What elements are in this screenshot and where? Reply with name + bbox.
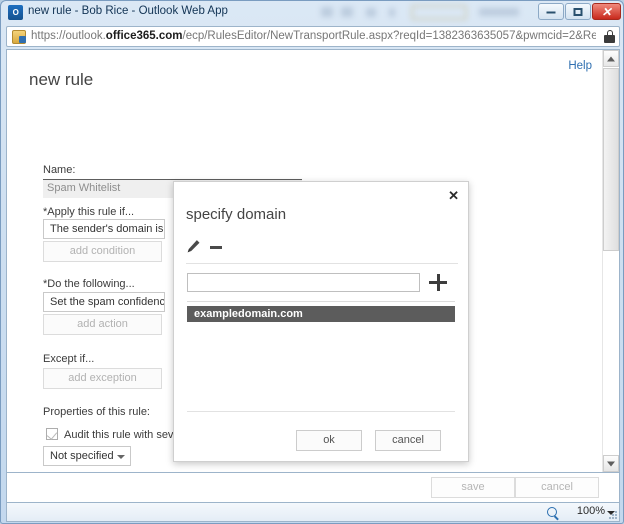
dialog-title: specify domain [186,206,287,223]
apply-rule-label: *Apply this rule if... [43,206,135,218]
ok-button[interactable]: ok [296,430,362,451]
window-title: new rule - Bob Rice - Outlook Web App [28,5,228,17]
do-following-label: *Do the following... [43,278,135,290]
scroll-down-icon[interactable] [603,455,619,472]
maximize-button[interactable] [565,3,591,20]
close-window-button[interactable]: ✕ [592,3,621,20]
minus-icon[interactable] [210,246,222,249]
add-exception-button[interactable]: add exception [43,368,162,389]
except-if-label: Except if... [43,353,95,365]
properties-label: Properties of this rule: [43,406,150,418]
plus-icon[interactable] [429,273,447,291]
audit-rule-label: Audit this rule with severit [64,429,189,441]
dialog-cancel-button[interactable]: cancel [375,430,441,451]
add-action-button[interactable]: add action [43,314,162,335]
page-content: Help new rule Name: Spam Whitelist *Appl… [7,50,604,472]
dialog-close-icon[interactable]: ✕ [448,189,459,202]
page-scrollbar[interactable] [602,50,619,472]
specify-domain-dialog: ✕ specify domain exampledomain.com ok ca [173,181,469,462]
severity-select[interactable]: Not specified [43,446,131,466]
browser-window: O new rule - Bob Rice - Outlook Web App … [0,0,624,524]
address-bar[interactable]: https://outlook.office365.com/ecp/RulesE… [6,26,620,47]
cancel-button[interactable]: cancel [515,477,599,498]
severity-value: Not specified [50,450,114,462]
favicon-icon [12,30,26,44]
help-link[interactable]: Help [568,60,592,72]
url-domain: office365.com [105,30,183,42]
form-footer: save cancel [6,473,620,503]
add-condition-button[interactable]: add condition [43,241,162,262]
page-title: new rule [29,70,94,89]
minimize-button[interactable] [538,3,564,20]
audit-rule-checkbox[interactable] [46,428,58,440]
url-text[interactable]: https://outlook.office365.com/ecp/RulesE… [31,30,596,42]
domain-input[interactable] [187,273,420,292]
url-prefix: https://outlook. [31,30,106,42]
page-viewport: Help new rule Name: Spam Whitelist *Appl… [6,49,620,473]
domain-list: exampledomain.com [187,301,455,406]
chevron-down-icon [117,455,125,459]
save-button[interactable]: save [431,477,515,498]
dialog-toolbar [186,238,458,264]
outlook-icon: O [8,5,23,20]
dialog-divider [187,411,455,412]
status-bar: 100% [6,503,620,522]
url-path: /ecp/RulesEditor/NewTransportRule.aspx?r… [182,30,597,42]
zoom-magnifier-icon [547,507,557,517]
close-icon: ✕ [601,4,612,19]
list-item[interactable]: exampledomain.com [187,306,455,322]
scrollbar-thumb[interactable] [603,68,619,251]
lock-icon [604,30,615,43]
apply-condition-select[interactable]: The sender's domain is... [43,219,165,239]
action-select[interactable]: Set the spam confidence level [43,292,165,312]
scroll-up-icon[interactable] [603,50,619,67]
title-bar: O new rule - Bob Rice - Outlook Web App … [1,1,623,24]
resize-grip[interactable] [607,509,617,519]
pencil-icon[interactable] [186,239,201,254]
name-label: Name: [43,164,76,176]
zoom-level[interactable]: 100% [577,505,605,517]
